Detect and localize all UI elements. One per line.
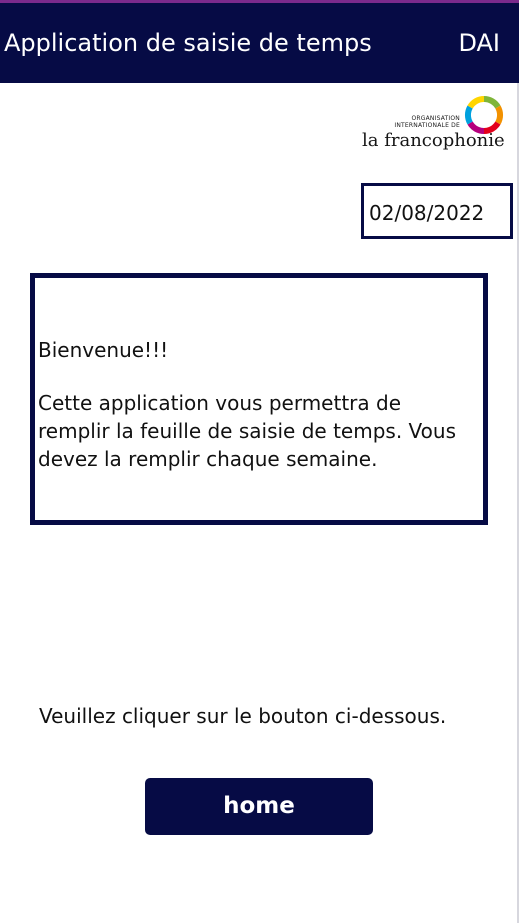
welcome-box: Bienvenue!!! Cette application vous perm… bbox=[30, 273, 488, 525]
logo-wordmark: la francophonie bbox=[362, 130, 505, 151]
instruction-text: Veuillez cliquer sur le bouton ci-dessou… bbox=[39, 704, 447, 728]
app-title: Application de saisie de temps bbox=[4, 29, 372, 57]
logo-org-line1: ORGANISATION bbox=[411, 115, 460, 122]
header-code: DAI bbox=[458, 29, 500, 57]
logo-org-line2: INTERNATIONALE DE bbox=[394, 122, 460, 129]
welcome-message: Cette application vous permettra de remp… bbox=[38, 391, 456, 471]
francophonie-logo: ORGANISATION INTERNATIONALE DE la franco… bbox=[360, 95, 508, 157]
app-header: Application de saisie de temps DAI bbox=[0, 3, 519, 83]
home-button[interactable]: home bbox=[145, 778, 373, 835]
date-field[interactable]: 02/08/2022 bbox=[361, 183, 513, 239]
welcome-greeting: Bienvenue!!! bbox=[38, 338, 169, 362]
logo-org-text: ORGANISATION INTERNATIONALE DE bbox=[360, 115, 460, 129]
date-value: 02/08/2022 bbox=[369, 201, 485, 225]
logo-ring-icon bbox=[464, 95, 504, 135]
